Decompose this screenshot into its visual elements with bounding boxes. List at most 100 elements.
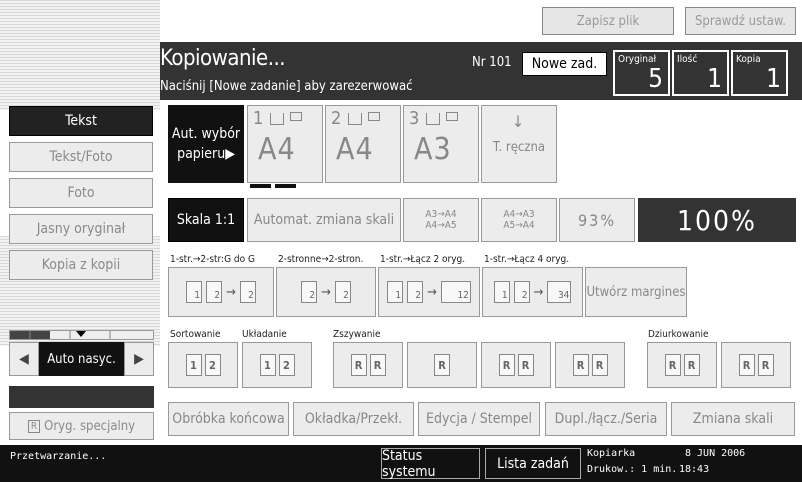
preset-enlarge-button[interactable]: A4→A3 A5→A4 — [481, 198, 557, 242]
processing-status: Przetwarzanie... — [10, 451, 107, 462]
page-icon: 2 — [206, 281, 223, 303]
staple-top-right-button[interactable]: R — [407, 342, 477, 388]
staple-icon: R — [434, 354, 450, 376]
duplex-2-to-2-button[interactable]: 2 → 2 — [276, 267, 376, 317]
current-scale-display: 100% — [638, 198, 796, 242]
time-display: 18:43 — [679, 464, 710, 475]
staple-icon: R — [572, 354, 589, 376]
stack-icon: 2 — [278, 354, 295, 376]
staple-icon: R — [369, 354, 386, 376]
bypass-tray-button[interactable]: ↓ T. ręczna — [481, 105, 557, 183]
page-icon: 1 — [387, 281, 404, 303]
auto-paper-select-button[interactable]: Aut. wybór papieru▶ — [168, 105, 244, 183]
decorative-stripes-top — [0, 0, 160, 110]
auto-paper-line2: papieru▶ — [177, 146, 235, 162]
tray-number: 3 — [409, 108, 420, 129]
status-bar: Przetwarzanie... Status systemu Lista za… — [0, 445, 802, 482]
arrow-icon: → — [427, 284, 437, 300]
arrow-icon: → — [226, 284, 236, 300]
punch-label: Dziurkowanie — [648, 329, 709, 340]
quantity-value: 1 — [707, 64, 722, 94]
preset-reduce-button[interactable]: A3→A4 A4→A5 — [403, 198, 479, 242]
staple-icon: R — [350, 354, 367, 376]
density-control: ◀ Auto nasyc. ▶ — [9, 330, 154, 378]
stack-label: Układanie — [242, 329, 287, 340]
tray-icon — [348, 113, 362, 125]
tray-size: A3 — [414, 132, 452, 167]
tray-number: 1 — [253, 108, 264, 129]
combine-4-button[interactable]: 12 → 34 — [482, 267, 583, 317]
page-icon: 2 — [513, 281, 530, 303]
check-settings-button[interactable]: Sprawdź ustaw. — [685, 7, 796, 35]
sort-icon: 2 — [204, 354, 221, 376]
system-status-button[interactable]: Status systemu — [381, 448, 480, 480]
tab-finishing[interactable]: Obróbka końcowa — [168, 402, 289, 436]
duplex-label-2: 2-stronne→2-stron. — [278, 254, 364, 265]
special-original-button[interactable]: R Oryg. specjalny — [9, 412, 154, 440]
tray-icon — [270, 113, 284, 125]
stack-button[interactable]: 12 — [242, 342, 312, 388]
sort-button[interactable]: 12 — [168, 342, 238, 388]
density-darker-button[interactable]: ▶ — [124, 342, 154, 376]
quantity-label: Ilość — [677, 54, 698, 65]
page-icon: 2 — [334, 281, 351, 303]
tray-number: 2 — [331, 108, 342, 129]
new-job-button[interactable]: Nowe zad. — [522, 52, 607, 76]
tray-2-button[interactable]: 2 A4 — [325, 105, 401, 183]
job-list-button[interactable]: Lista zadań — [485, 448, 581, 479]
special-original-section: R Oryg. specjalny — [9, 386, 154, 441]
sort-icon: 1 — [185, 354, 202, 376]
staple-double-top-button[interactable]: RR — [555, 342, 625, 388]
originals-counter: Oryginał 5 — [613, 50, 670, 96]
page-icon: 2 — [407, 281, 424, 303]
create-margin-button[interactable]: Utwórz margines — [585, 267, 687, 317]
punch-icon: R — [664, 354, 681, 376]
punch-top-button[interactable]: RR — [721, 342, 791, 388]
tab-edit-stamp[interactable]: Edycja / Stempel — [418, 402, 540, 436]
duplex-1-to-2-button[interactable]: 12 → 2 — [168, 267, 274, 317]
originals-value: 5 — [648, 64, 663, 94]
tab-cover-slip[interactable]: Okładka/Przekł. — [293, 402, 414, 436]
bypass-tray-icon: ↓ — [512, 112, 525, 131]
copier-status: Kopiarka — [587, 448, 636, 459]
staple-top-left-button[interactable]: RR — [333, 342, 403, 388]
copy-value: 1 — [766, 64, 781, 94]
copy-label: Kopia — [736, 54, 761, 65]
original-type-text[interactable]: Tekst — [9, 106, 153, 136]
paper-orientation-icon — [290, 112, 302, 121]
density-scale — [9, 330, 154, 340]
density-lighter-button[interactable]: ◀ — [9, 342, 39, 376]
full-size-button[interactable]: Skala 1:1 — [168, 198, 244, 242]
triangle-left-icon: ◀ — [19, 351, 29, 367]
stack-icon: 1 — [259, 354, 276, 376]
auto-density-button[interactable]: Auto nasyc. — [39, 342, 124, 376]
staple-icon: R — [517, 354, 534, 376]
triangle-right-icon: ▶ — [134, 351, 144, 367]
save-file-button[interactable]: Zapisz plik — [542, 7, 674, 35]
combine-label-4: 1-str.→Łącz 4 oryg. — [484, 254, 570, 265]
printer-status: Drukow.: 1 min. — [587, 464, 678, 475]
staple-double-left-button[interactable]: RR — [481, 342, 551, 388]
original-type-light[interactable]: Jasny oryginał — [9, 214, 153, 244]
original-type-photo[interactable]: Foto — [9, 178, 153, 208]
page-icon: 12 — [440, 281, 471, 303]
tray-1-button[interactable]: 1 A4 — [247, 105, 323, 183]
staple-icon: R — [498, 354, 515, 376]
special-original-label: Oryg. specjalny — [44, 418, 136, 434]
copier-screen: Zapisz plik Sprawdź ustaw. Kopiowanie...… — [0, 0, 802, 482]
auto-reduce-enlarge-button[interactable]: Automat. zmiana skali — [247, 198, 401, 242]
special-original-indicator — [9, 386, 154, 408]
punch-icon: R — [757, 354, 774, 376]
original-type-text-photo[interactable]: Tekst/Foto — [9, 142, 153, 172]
preset-93-button[interactable]: 93% — [559, 198, 635, 242]
tab-reduce-enlarge[interactable]: Zmiana skali — [671, 402, 795, 436]
punch-left-button[interactable]: RR — [647, 342, 717, 388]
tray-size: A4 — [258, 132, 296, 167]
bypass-tray-label: T. ręczna — [492, 140, 546, 155]
tray-3-button[interactable]: 3 A3 — [403, 105, 479, 183]
original-type-copy[interactable]: Kopia z kopii — [9, 250, 153, 280]
combine-2-button[interactable]: 12 → 12 — [378, 267, 480, 317]
page-icon: 2 — [239, 281, 256, 303]
tab-dup-combine-series[interactable]: Dupl./łącz./Seria — [545, 402, 667, 436]
paper-orientation-icon — [368, 112, 380, 121]
